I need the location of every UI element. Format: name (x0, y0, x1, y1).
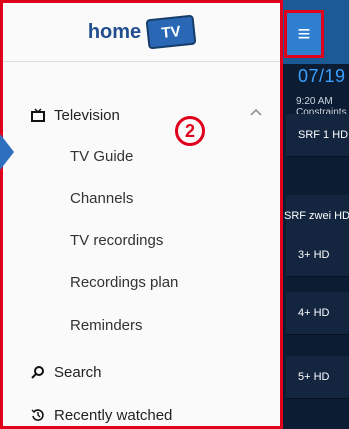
nav-tv-guide[interactable]: TV Guide (70, 148, 133, 165)
date-label: 07/19 (298, 66, 346, 86)
nav-television-label: Television (54, 106, 120, 124)
tv-badge: TV (145, 14, 197, 50)
nav-channels[interactable]: Channels (70, 190, 133, 207)
nav-recently-watched[interactable]: Recently watched (3, 403, 280, 427)
channel-row[interactable]: SRF 1 HD (286, 114, 349, 157)
channel-name: 5+ HD (298, 371, 330, 383)
tv-icon (31, 108, 45, 122)
nav-recordings-plan[interactable]: Recordings plan (70, 274, 178, 291)
nav-search[interactable]: Search (3, 360, 280, 384)
channel-name: 4+ HD (298, 307, 330, 319)
nav-recently-watched-label: Recently watched (54, 406, 173, 424)
channel-row[interactable]: 5+ HD (286, 356, 349, 399)
nav-tv-recordings[interactable]: TV recordings (70, 232, 163, 249)
app-background: ≡ 07/19 9:20 AM Constraints SRF 1 HD SRF… (280, 0, 349, 429)
drawer-header: home TV (3, 3, 280, 62)
menu-button[interactable]: ≡ (284, 10, 324, 58)
nav-reminders[interactable]: Reminders (70, 317, 143, 334)
time-label: 9:20 AM (296, 96, 333, 107)
chevron-up-icon[interactable] (250, 108, 262, 116)
search-icon (31, 366, 44, 379)
annotation-marker: 2 (175, 116, 205, 146)
logo-text: home (87, 20, 142, 43)
channel-row[interactable]: SRF zwei HD (284, 195, 349, 238)
channel-row[interactable]: 3+ HD (286, 234, 349, 277)
channel-row[interactable]: 4+ HD (286, 292, 349, 335)
top-bar: ≡ (280, 0, 349, 64)
drawer-side-tab (0, 134, 14, 170)
channel-name: SRF zwei HD (284, 210, 349, 222)
nav-television[interactable]: Television (3, 103, 280, 127)
nav-search-label: Search (54, 363, 102, 381)
home-tv-logo: home TV (87, 14, 197, 50)
history-icon (31, 409, 44, 421)
channel-name: 3+ HD (298, 249, 330, 261)
channel-name: SRF 1 HD (298, 129, 349, 141)
navigation-drawer: home TV Television 2 TV Guide Channels T… (0, 0, 283, 429)
